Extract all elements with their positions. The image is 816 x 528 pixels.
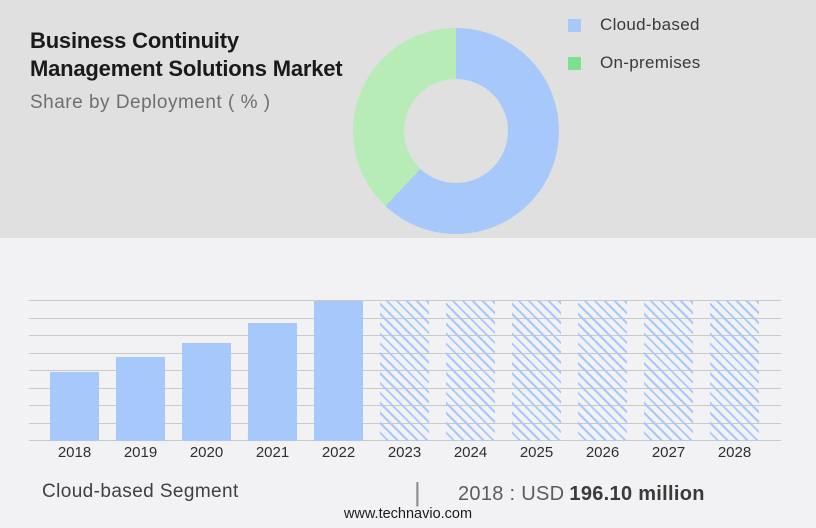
x-axis-label-2024: 2024: [441, 444, 501, 461]
x-axis-label-2020: 2020: [177, 444, 237, 461]
value-annotation: 2018 : USD196.10 million: [458, 483, 705, 506]
legend-item: On-premises: [568, 52, 701, 74]
bar-2018: [50, 372, 99, 441]
infographic-page: Business Continuity Management Solutions…: [0, 0, 816, 528]
bar-2022: [314, 301, 363, 441]
website-url: www.technavio.com: [0, 506, 816, 522]
forecast-bar-2023: [380, 301, 429, 441]
forecast-bar-2024: [446, 301, 495, 441]
legend-swatch-icon: [568, 19, 581, 32]
forecast-bar-2027: [644, 301, 693, 441]
donut-chart: [353, 28, 559, 234]
x-axis-label-2027: 2027: [639, 444, 699, 461]
x-axis-labels: 2018 2019 2020 2021 2022 2023 2024 2025 2026 2027…: [29, 444, 781, 464]
bar-2019: [116, 357, 165, 441]
x-axis-label-2022: 2022: [309, 444, 369, 461]
value-prefix: 2018 : USD: [458, 483, 564, 505]
x-axis-label-2025: 2025: [507, 444, 567, 461]
bar-chart-section: 2018 2019 2020 2021 2022 2023 2024 2025 2026 2027…: [0, 238, 816, 528]
x-axis-label-2026: 2026: [573, 444, 633, 461]
forecast-bar-2028: [710, 301, 759, 441]
page-title: Business Continuity Management Solutions…: [30, 27, 342, 83]
segment-caption: Cloud-based Segment: [42, 481, 239, 503]
x-axis-label-2028: 2028: [705, 444, 765, 461]
forecast-bar-2025: [512, 301, 561, 441]
legend-label: Cloud-based: [600, 15, 700, 35]
bar-2020: [182, 343, 231, 441]
legend-swatch-icon: [568, 57, 581, 70]
chart-subtitle: Share by Deployment ( % ): [30, 92, 271, 114]
x-axis-label-2019: 2019: [111, 444, 171, 461]
x-axis-label-2021: 2021: [243, 444, 303, 461]
x-axis-label-2018: 2018: [45, 444, 105, 461]
header-section: Business Continuity Management Solutions…: [0, 0, 816, 238]
donut-hole: [404, 79, 508, 183]
bar-2021: [248, 323, 297, 441]
chart-legend: Cloud-based On-premises: [568, 14, 701, 90]
x-axis-label-2023: 2023: [375, 444, 435, 461]
bar-chart-plot: [29, 300, 781, 441]
legend-label: On-premises: [600, 53, 701, 73]
separator-bar: |: [414, 477, 421, 508]
forecast-bar-2026: [578, 301, 627, 441]
value-bold: 196.10 million: [569, 483, 704, 505]
legend-item: Cloud-based: [568, 14, 701, 36]
title-line-1: Business Continuity: [30, 27, 342, 55]
title-line-2: Management Solutions Market: [30, 55, 342, 83]
